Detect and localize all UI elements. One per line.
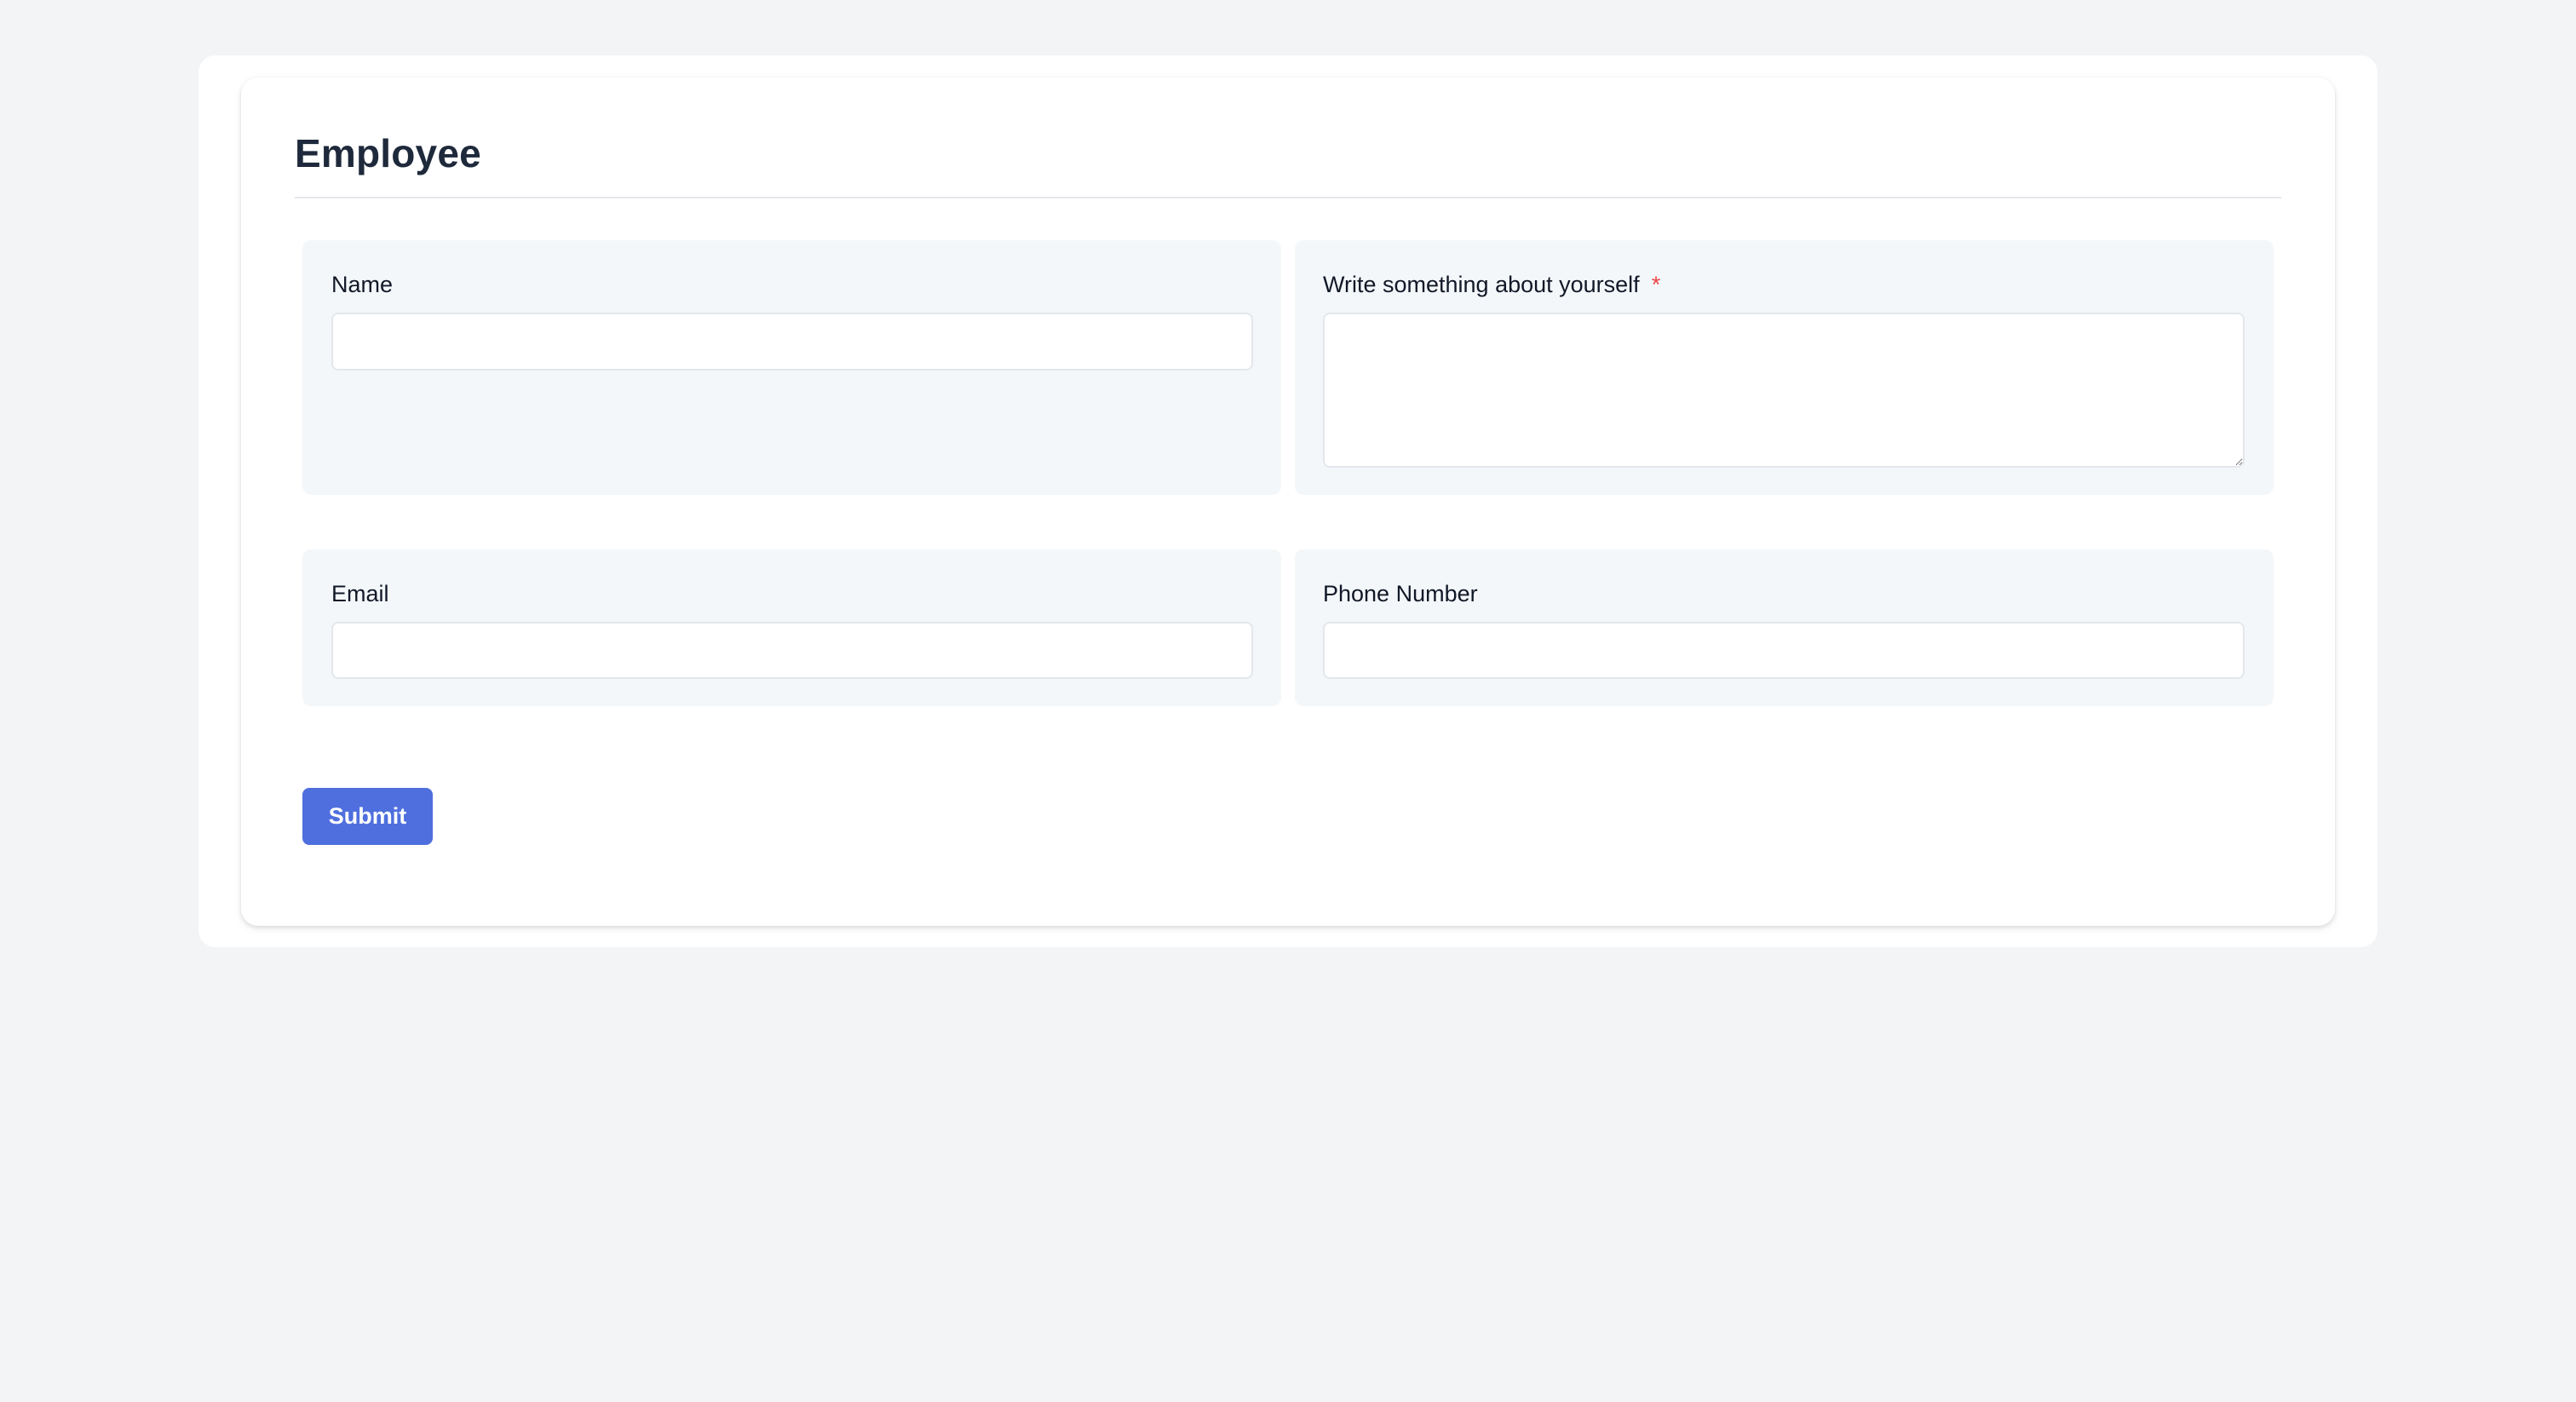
phone-label: Phone Number	[1323, 581, 1478, 606]
required-marker: *	[1651, 272, 1661, 297]
email-label: Email	[331, 581, 389, 606]
form-card	[241, 78, 2335, 926]
phone-input[interactable]	[1323, 622, 2245, 679]
form-title: Employee	[295, 131, 481, 175]
name-label: Name	[331, 272, 394, 297]
about-label: Write something about yourself *	[1323, 269, 1660, 300]
about-label-text: Write something about yourself	[1323, 272, 1640, 297]
about-textarea[interactable]	[1323, 313, 2245, 468]
submit-button[interactable]: Submit	[302, 788, 433, 845]
name-input[interactable]	[331, 313, 1253, 371]
title-divider	[295, 197, 2281, 198]
email-input[interactable]	[331, 622, 1253, 679]
